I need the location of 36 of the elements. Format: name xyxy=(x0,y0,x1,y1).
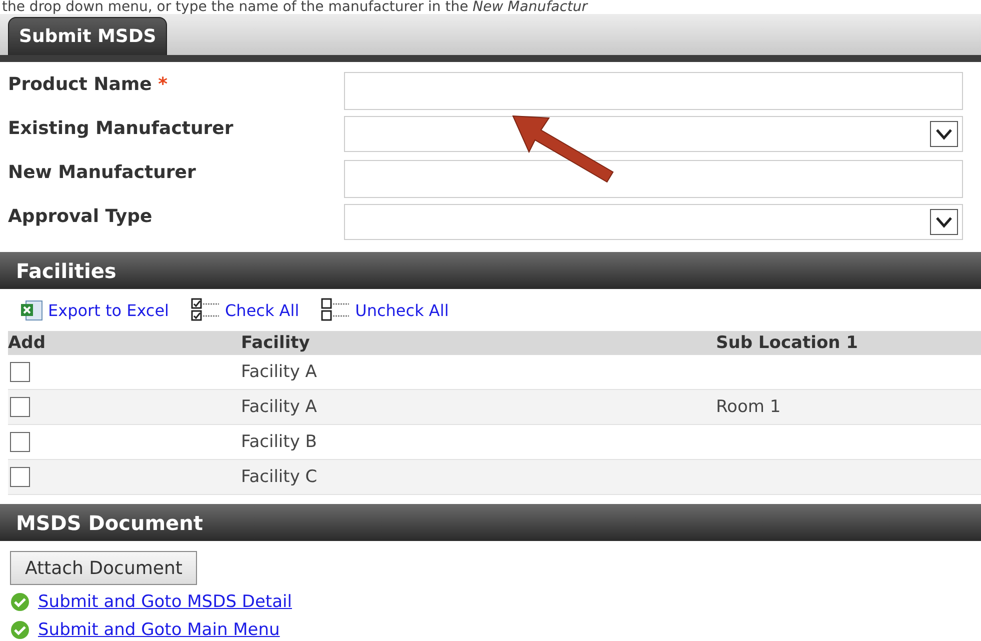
column-header: Facility xyxy=(241,331,716,355)
table-cell: Facility C xyxy=(241,460,716,495)
spreadsheet-icon xyxy=(20,298,44,322)
required-mark: * xyxy=(158,74,168,95)
section-header: Facilities xyxy=(0,252,981,289)
table-cell: Room 1 xyxy=(716,390,981,425)
field-label: Existing Manufacturer xyxy=(8,117,234,139)
toolbar-link[interactable]: Export to Excel xyxy=(20,298,169,322)
instruction-text: the drop down menu, or type the name of the manufacturer in the New Manufactur xyxy=(1,0,589,14)
check-circle-icon xyxy=(10,592,30,612)
caret-icon xyxy=(930,121,958,147)
attach-button[interactable]: Attach Document xyxy=(10,551,198,585)
field-label: Product Name * xyxy=(8,73,169,95)
checked-list-icon xyxy=(191,298,221,322)
section-header: MSDS Document xyxy=(0,504,981,541)
field-label: Approval Type xyxy=(8,205,154,227)
tab[interactable]: Submit MSDS xyxy=(8,17,168,55)
dropdown-field[interactable] xyxy=(344,116,963,152)
caret-icon xyxy=(930,209,958,235)
toolbar-link[interactable]: Uncheck All xyxy=(321,298,449,322)
checkbox[interactable] xyxy=(10,397,30,417)
checkbox[interactable] xyxy=(10,362,30,382)
text-field[interactable] xyxy=(344,160,963,198)
text-field[interactable] xyxy=(344,72,963,110)
checkbox[interactable] xyxy=(10,467,30,487)
column-header: Sub Location 1 xyxy=(716,331,981,355)
column-header: Add xyxy=(8,331,241,355)
dropdown-field[interactable] xyxy=(344,204,963,240)
field-label: New Manufacturer xyxy=(8,161,197,183)
check-circle-icon xyxy=(10,620,30,640)
unchecked-list-icon xyxy=(321,298,352,322)
toolbar-link[interactable]: Check All xyxy=(191,298,300,322)
link[interactable]: Submit and Goto Main Menu xyxy=(38,620,280,640)
link[interactable]: Submit and Goto MSDS Detail xyxy=(38,592,292,612)
table-cell: Facility A xyxy=(241,390,716,425)
checkbox[interactable] xyxy=(10,432,30,452)
